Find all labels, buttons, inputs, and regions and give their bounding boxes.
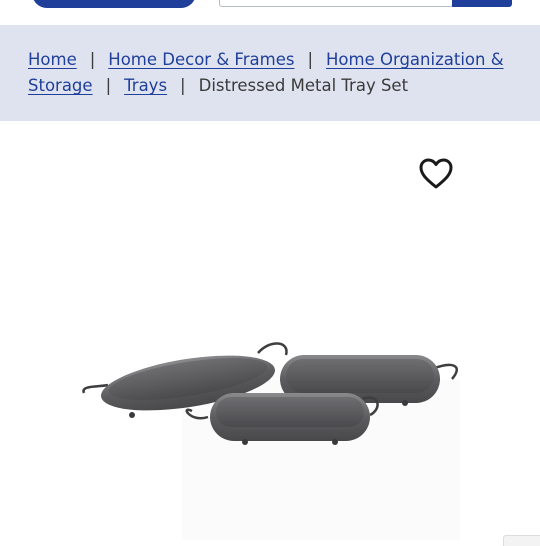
breadcrumb-link-home[interactable]: Home [28, 50, 77, 69]
search-button[interactable] [452, 0, 512, 7]
breadcrumb-link-home-decor[interactable]: Home Decor & Frames [108, 50, 294, 69]
breadcrumb-current: Distressed Metal Tray Set [198, 76, 409, 95]
heart-icon[interactable] [418, 157, 454, 191]
breadcrumb-separator: | [180, 76, 186, 95]
recaptcha-badge[interactable] [503, 535, 540, 546]
breadcrumb: Home | Home Decor & Frames | Home Organizati… [0, 25, 540, 121]
header-button[interactable] [32, 0, 196, 8]
breadcrumb-separator: | [89, 50, 96, 69]
breadcrumb-separator: | [307, 50, 313, 69]
breadcrumb-separator: | [105, 76, 112, 95]
search-input[interactable] [219, 0, 453, 7]
site-header [0, 0, 540, 25]
product-image[interactable] [80, 335, 465, 455]
breadcrumb-link-trays[interactable]: Trays [124, 76, 167, 95]
